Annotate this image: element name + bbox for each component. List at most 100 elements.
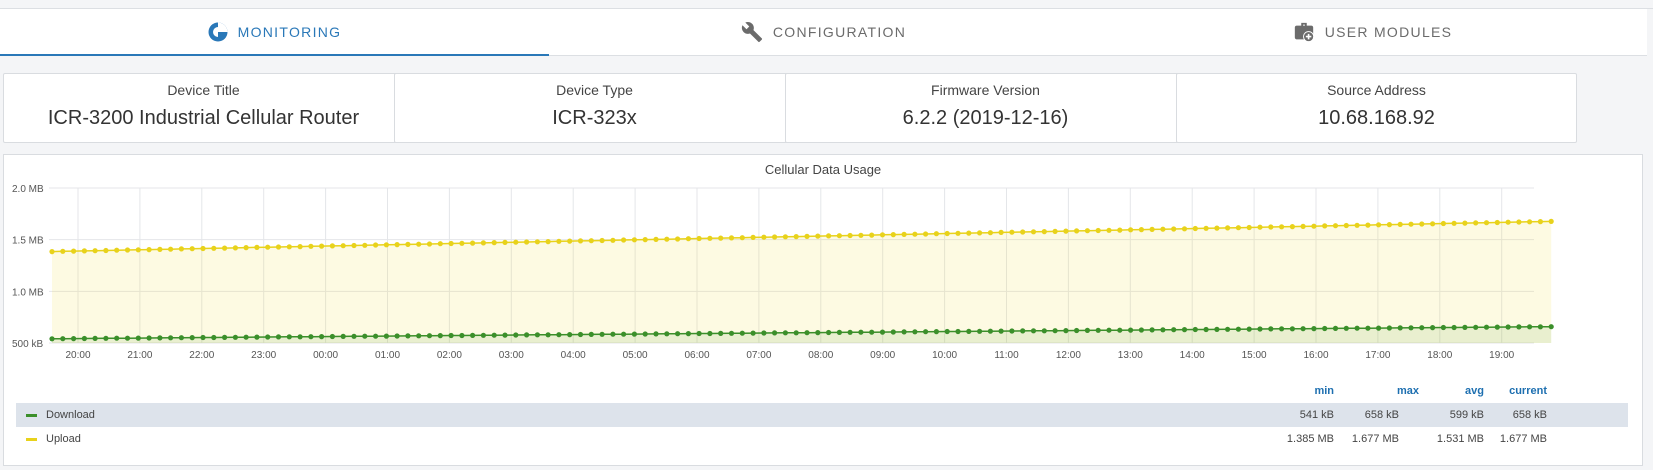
data-point-download <box>858 329 864 335</box>
data-point-upload <box>675 236 681 242</box>
data-point-upload <box>178 246 184 252</box>
x-tick-label: 08:00 <box>808 350 833 361</box>
data-point-download <box>222 334 228 340</box>
data-point-upload <box>556 238 562 244</box>
legend-row-upload[interactable]: Upload 1.385 MB 1.677 MB 1.531 MB 1.677 … <box>16 427 1628 451</box>
data-point-upload <box>1473 220 1479 226</box>
data-point-upload <box>1084 228 1090 234</box>
x-tick-label: 10:00 <box>932 350 957 361</box>
data-point-upload <box>1117 227 1123 233</box>
data-point-download <box>1332 325 1339 331</box>
data-point-download <box>71 336 77 342</box>
data-point-download <box>912 329 918 335</box>
legend-value-max: 1.677 MB <box>1351 433 1399 445</box>
data-point-download <box>1548 324 1554 330</box>
data-point-download <box>1117 327 1123 333</box>
data-point-download <box>804 330 810 336</box>
data-point-download <box>319 334 325 340</box>
data-point-download <box>1192 326 1198 333</box>
x-tick-label: 17:00 <box>1365 350 1390 361</box>
data-point-upload <box>696 235 702 242</box>
tab-user-modules[interactable]: USER MODULES <box>1098 9 1647 55</box>
data-point-download <box>1419 325 1425 331</box>
data-point-download <box>707 330 713 337</box>
data-point-download <box>189 335 195 341</box>
legend-name: Upload <box>46 433 81 445</box>
tab-monitoring[interactable]: MONITORING <box>0 9 549 56</box>
data-point-download <box>275 334 282 340</box>
data-point-upload <box>1203 225 1209 231</box>
data-point-download <box>1440 324 1446 331</box>
y-tick-label: 500 kB <box>12 339 43 350</box>
data-point-upload <box>394 242 400 248</box>
data-point-upload <box>1160 226 1166 232</box>
cellular-data-usage-chart[interactable]: 500 kB 1.0 MB 1.5 MB 2.0 MB 20:00 21:00 22:00 2… <box>4 155 1642 380</box>
data-point-upload <box>200 245 206 252</box>
y-tick-label: 2.0 MB <box>12 184 44 195</box>
card-label: Device Title <box>167 82 240 98</box>
tab-configuration[interactable]: CONFIGURATION <box>549 9 1098 55</box>
data-point-upload <box>437 241 443 247</box>
data-point-upload <box>459 240 465 246</box>
x-tick-label: 00:00 <box>313 350 338 361</box>
data-point-upload <box>987 230 994 236</box>
data-point-download <box>739 330 745 336</box>
data-point-download <box>869 329 875 335</box>
data-point-upload <box>265 244 271 250</box>
data-point-download <box>1235 326 1241 332</box>
data-point-upload <box>103 247 109 254</box>
data-point-upload <box>1322 223 1328 229</box>
data-point-download <box>459 332 465 339</box>
data-point-download <box>470 332 476 338</box>
data-point-upload <box>1365 222 1371 228</box>
data-point-upload <box>1181 226 1188 232</box>
legend-header-min: min <box>1314 385 1334 397</box>
legend-swatch-upload <box>26 438 37 441</box>
device-info-cards: Device Title ICR-3200 Industrial Cellula… <box>3 73 1643 143</box>
data-point-download <box>1386 325 1392 331</box>
data-point-download <box>1300 326 1306 332</box>
data-point-upload <box>1041 229 1047 235</box>
card-label: Firmware Version <box>931 82 1040 98</box>
data-point-upload <box>1440 220 1446 227</box>
data-point-download <box>373 333 379 339</box>
data-point-download <box>1537 324 1543 330</box>
x-tick-label: 22:00 <box>189 350 214 361</box>
data-point-download <box>610 331 616 337</box>
data-point-download <box>60 336 66 342</box>
data-point-download <box>1149 327 1155 333</box>
data-point-upload <box>1063 228 1069 234</box>
data-point-upload <box>81 248 87 254</box>
data-point-upload <box>491 240 497 246</box>
data-point-upload <box>955 230 961 236</box>
data-point-download <box>1473 324 1479 330</box>
data-point-download <box>826 329 832 336</box>
data-point-download <box>448 332 454 339</box>
data-point-download <box>599 331 605 337</box>
data-point-upload <box>49 249 55 255</box>
data-point-upload <box>1483 220 1490 226</box>
card-firmware-version: Firmware Version 6.2.2 (2019-12-16) <box>785 73 1186 143</box>
data-point-upload <box>901 231 907 237</box>
data-point-download <box>265 334 271 340</box>
data-point-download <box>1128 327 1134 333</box>
legend-row-download[interactable]: Download 541 kB 658 kB 599 kB 658 kB <box>16 403 1628 427</box>
data-point-upload <box>168 246 174 252</box>
data-point-download <box>772 330 778 336</box>
data-point-upload <box>1138 227 1144 233</box>
data-point-download <box>124 335 131 341</box>
data-point-download <box>1462 324 1468 330</box>
data-point-download <box>933 329 940 335</box>
data-point-upload <box>782 234 789 240</box>
data-point-download <box>416 333 422 339</box>
data-point-upload <box>869 232 875 238</box>
data-point-download <box>232 334 238 340</box>
data-point-download <box>1376 325 1382 331</box>
data-point-download <box>1074 327 1080 334</box>
x-tick-label: 19:00 <box>1489 350 1514 361</box>
data-point-download <box>405 333 411 339</box>
cellular-data-usage-panel: Cellular Data Usage 500 kB 1.0 MB 1.5 MB 2.… <box>3 154 1643 466</box>
x-tick-label: 01:00 <box>375 350 400 361</box>
data-point-download <box>1505 324 1511 330</box>
data-point-upload <box>1225 225 1231 231</box>
